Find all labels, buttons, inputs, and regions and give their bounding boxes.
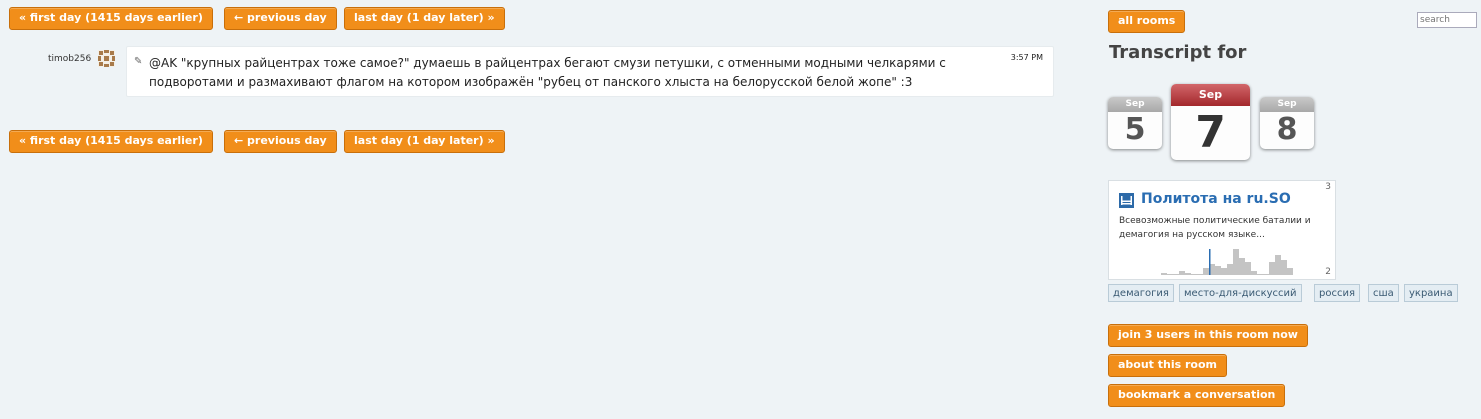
activity-bar bbox=[1251, 271, 1257, 275]
last-day-button-bottom[interactable]: last day (1 day later) » bbox=[344, 130, 505, 153]
activity-bar bbox=[1215, 266, 1221, 275]
activity-bar bbox=[1263, 274, 1269, 275]
room-count-bottom: 2 bbox=[1325, 267, 1331, 277]
calendar-current-month: Sep bbox=[1171, 84, 1250, 106]
activity-bar bbox=[1167, 274, 1173, 275]
about-room-button[interactable]: about this room bbox=[1108, 354, 1228, 377]
message-text: @AK "крупных райцентрах тоже самое?" дум… bbox=[149, 56, 946, 89]
activity-bar bbox=[1287, 268, 1293, 275]
avatar[interactable] bbox=[98, 50, 115, 67]
activity-bar bbox=[1227, 264, 1233, 275]
first-day-button-bottom[interactable]: « first day (1415 days earlier) bbox=[9, 130, 213, 153]
tag-4[interactable]: украина bbox=[1404, 284, 1458, 302]
bookmark-conversation-button[interactable]: bookmark a conversation bbox=[1108, 384, 1286, 407]
calendar-current-day: Sep 7 bbox=[1171, 84, 1250, 160]
current-day-marker bbox=[1209, 249, 1211, 275]
room-description: Всевозможные политические баталии и дема… bbox=[1119, 216, 1311, 240]
activity-bar bbox=[1281, 260, 1287, 275]
calendar-prev-daynum: 5 bbox=[1124, 112, 1146, 147]
tag-2[interactable]: россия bbox=[1314, 284, 1360, 302]
calendar-prev-month: Sep bbox=[1108, 97, 1162, 112]
room-count-top: 3 bbox=[1325, 182, 1331, 192]
room-card[interactable]: Политота на ru.SO 3 Всевозможные политич… bbox=[1108, 180, 1336, 280]
stackoverflow-icon bbox=[1119, 193, 1134, 208]
join-room-button[interactable]: join 3 users in this room now bbox=[1108, 324, 1308, 347]
activity-bar bbox=[1173, 274, 1179, 275]
tag-1[interactable]: место-для-дискуссий bbox=[1179, 284, 1302, 302]
activity-bar bbox=[1269, 262, 1275, 275]
activity-bar bbox=[1245, 262, 1251, 275]
activity-bar bbox=[1161, 273, 1167, 275]
tag-0[interactable]: демагогия bbox=[1108, 284, 1174, 302]
activity-bar bbox=[1239, 258, 1245, 275]
pencil-icon[interactable]: ✎ bbox=[134, 56, 142, 67]
calendar-next-month: Sep bbox=[1260, 97, 1314, 112]
activity-bar bbox=[1191, 274, 1197, 275]
activity-bar bbox=[1221, 268, 1227, 275]
activity-bar bbox=[1179, 271, 1185, 275]
room-name[interactable]: Политота на ru.SO bbox=[1141, 191, 1291, 207]
activity-bar bbox=[1185, 273, 1191, 275]
all-rooms-button[interactable]: all rooms bbox=[1108, 10, 1186, 33]
transcript-title: Transcript for bbox=[1109, 42, 1247, 63]
calendar-prev-day[interactable]: Sep 5 bbox=[1108, 97, 1162, 149]
activity-bar bbox=[1197, 274, 1203, 275]
tag-3[interactable]: сша bbox=[1368, 284, 1399, 302]
activity-bar bbox=[1275, 255, 1281, 275]
room-activity-sparkline bbox=[1161, 249, 1293, 275]
calendar-current-daynum: 7 bbox=[1195, 107, 1226, 158]
activity-bar bbox=[1203, 268, 1209, 275]
message-container: ✎ @AK "крупных райцентрах тоже самое?" д… bbox=[126, 46, 1054, 97]
calendar-next-day[interactable]: Sep 8 bbox=[1260, 97, 1314, 149]
activity-bar bbox=[1233, 249, 1239, 275]
message-timestamp[interactable]: 3:57 PM bbox=[1011, 53, 1043, 62]
previous-day-button-bottom[interactable]: ← previous day bbox=[224, 130, 337, 153]
message-username[interactable]: timob256 bbox=[48, 54, 91, 64]
first-day-button[interactable]: « first day (1415 days earlier) bbox=[9, 7, 213, 30]
calendar-next-daynum: 8 bbox=[1276, 112, 1298, 147]
previous-day-button[interactable]: ← previous day bbox=[224, 7, 337, 30]
activity-bar bbox=[1257, 274, 1263, 275]
last-day-button[interactable]: last day (1 day later) » bbox=[344, 7, 505, 30]
search-input[interactable] bbox=[1417, 12, 1477, 28]
